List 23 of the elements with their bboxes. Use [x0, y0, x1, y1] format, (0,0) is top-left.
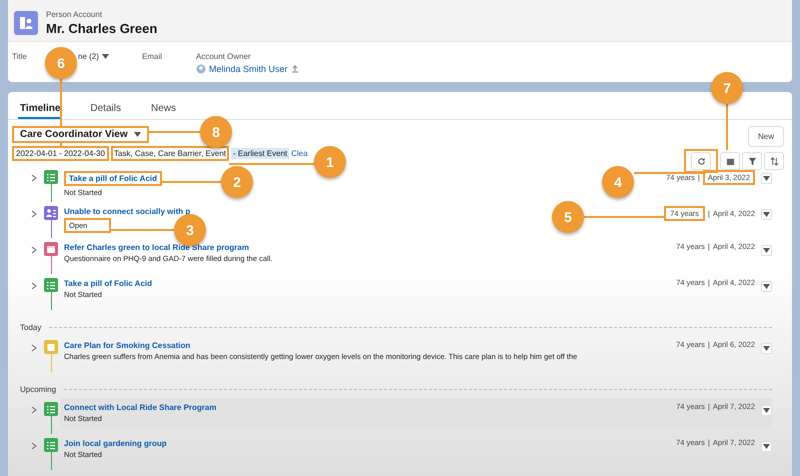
field-label: Title: [12, 52, 28, 61]
object-type: Person Account: [46, 10, 104, 18]
item-title-link[interactable]: Take a pill of Folic Acid: [64, 279, 152, 288]
item-title-link[interactable]: Join local gardening group: [64, 439, 167, 448]
item-title-link[interactable]: Take a pill of Folic Acid: [69, 174, 158, 183]
sort-order: - Earliest Event: [231, 148, 290, 159]
item-title-link[interactable]: Connect with Local Ride Share Program: [64, 403, 216, 412]
item-title-link[interactable]: Care Plan for Smoking Cessation: [64, 341, 190, 350]
record-types: Task, Case, Care Barrier, Event: [114, 149, 226, 158]
new-button[interactable]: New: [748, 126, 784, 147]
tab[interactable]: Details: [88, 100, 123, 119]
section-label: Today: [20, 323, 42, 332]
field-label: Email: [142, 52, 164, 61]
tab[interactable]: News: [148, 100, 178, 119]
clear-link[interactable]: Clea: [291, 149, 308, 158]
date-range: 2022-04-01 - 2022-04-30: [16, 149, 105, 158]
owner-link[interactable]: Melinda Smith User: [209, 64, 288, 74]
field-label: Account Owner: [196, 52, 252, 61]
field-value: ne (2): [78, 52, 99, 61]
item-title-link[interactable]: Refer Charles green to local Ride Share program: [64, 243, 249, 252]
section-label: Upcoming: [20, 385, 56, 394]
view-selector[interactable]: Care Coordinator View: [20, 129, 141, 140]
record-name: Mr. Charles Green: [46, 20, 158, 36]
